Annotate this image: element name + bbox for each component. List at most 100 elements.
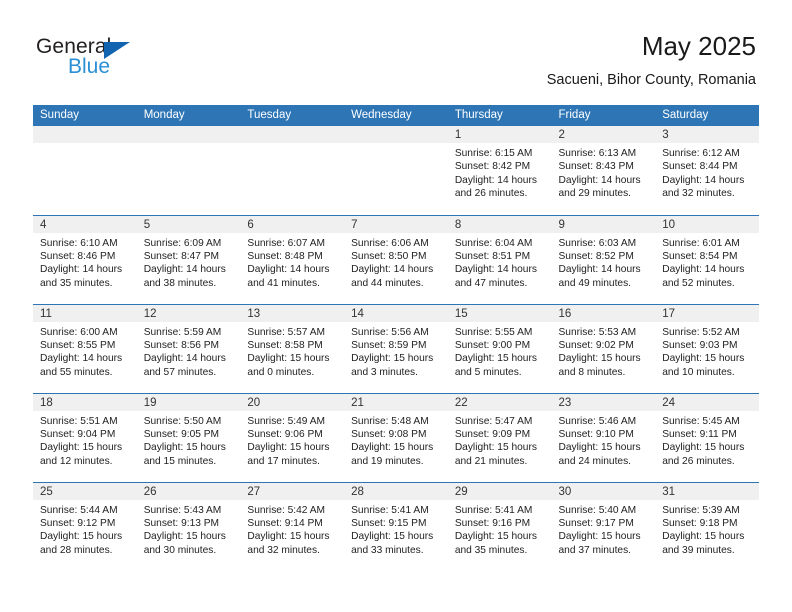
day-cell-inner: 16 Sunrise: 5:53 AM Sunset: 9:02 PM Dayligh… [551,304,656,393]
weekday-header-saturday: Saturday [655,105,759,126]
daylight-2-text: and 0 minutes. [247,366,315,378]
day-number: 4 [33,215,137,233]
sunset-text: Sunset: 8:47 PM [143,250,220,262]
daylight-2-text: and 17 minutes. [247,455,320,467]
calendar-day-cell[interactable]: 25 Sunrise: 5:44 AM Sunset: 9:12 PM Dayligh… [33,481,137,571]
calendar-day-cell[interactable]: 31 Sunrise: 5:39 AM Sunset: 9:18 PM Dayligh… [655,481,759,572]
day-details: Sunrise: 5:59 AM Sunset: 8:56 PM Daylight:… [137,322,241,380]
calendar-day-cell[interactable]: 22 Sunrise: 5:47 AM Sunset: 9:09 PM Dayligh… [447,392,552,482]
weekday-header-friday: Friday [551,105,656,126]
daylight-2-text: and 28 minutes. [40,544,113,556]
sunrise-text: Sunrise: 5:59 AM [143,326,222,338]
day-cell-inner: 27 Sunrise: 5:42 AM Sunset: 9:14 PM Dayligh… [240,482,345,572]
day-details: Sunrise: 5:43 AM Sunset: 9:13 PM Daylight:… [137,500,241,558]
calendar-day-cell[interactable]: 30 Sunrise: 5:40 AM Sunset: 9:17 PM Dayligh… [551,481,656,571]
calendar-day-cell[interactable]: 21 Sunrise: 5:48 AM Sunset: 9:08 PM Dayligh… [344,392,448,482]
page-header: General Blue May 2025 Sacueni, Bihor Cou… [0,0,792,100]
day-number: 1 [447,126,552,143]
calendar-day-cell[interactable]: 18 Sunrise: 5:51 AM Sunset: 9:04 PM Dayligh… [33,392,137,482]
calendar-header-row: Sunday Monday Tuesday Wednesday Thursday Frid… [33,105,759,126]
sunset-text: Sunset: 9:14 PM [247,517,323,529]
weekday-header-monday: Monday [136,105,241,126]
calendar-table: Sunday Monday Tuesday Wednesday Thursday Frid… [33,105,759,571]
day-details: Sunrise: 5:42 AM Sunset: 9:14 PM Daylight:… [240,500,344,558]
day-cell-inner: 31 Sunrise: 5:39 AM Sunset: 9:18 PM Dayligh… [655,482,759,572]
calendar-day-cell[interactable]: 28 Sunrise: 5:41 AM Sunset: 9:15 PM Dayligh… [344,481,448,571]
calendar-day-cell[interactable]: 17 Sunrise: 5:52 AM Sunset: 9:03 PM Dayligh… [655,303,759,393]
calendar-day-cell[interactable]: 5 Sunrise: 6:09 AM Sunset: 8:47 PM Daylight… [136,214,241,304]
daylight-2-text: and 39 minutes. [662,544,735,556]
sunset-text: Sunset: 8:43 PM [558,161,634,173]
day-cell-inner: 6 Sunrise: 6:07 AM Sunset: 8:48 PM Daylight… [240,215,345,304]
day-details: Sunrise: 5:56 AM Sunset: 8:59 PM Daylight:… [344,322,448,380]
calendar-day-cell[interactable]: 24 Sunrise: 5:45 AM Sunset: 9:11 PM Dayligh… [655,392,759,482]
calendar-day-cell[interactable]: 10 Sunrise: 6:01 AM Sunset: 8:54 PM Dayligh… [655,214,759,304]
day-cell-inner: 21 Sunrise: 5:48 AM Sunset: 9:08 PM Dayligh… [344,393,448,482]
daylight-1-text: Daylight: 15 hours [247,531,330,543]
day-number: 13 [240,304,345,322]
calendar-day-cell[interactable]: 13 Sunrise: 5:57 AM Sunset: 8:58 PM Dayligh… [240,303,345,393]
daylight-2-text: and 32 minutes. [247,544,320,556]
daylight-1-text: Daylight: 15 hours [143,442,226,454]
daylight-2-text: and 38 minutes. [143,277,217,289]
daylight-1-text: Daylight: 14 hours [558,174,641,186]
day-details: Sunrise: 6:03 AM Sunset: 8:52 PM Daylight:… [552,233,656,291]
calendar-day-cell[interactable]: 26 Sunrise: 5:43 AM Sunset: 9:13 PM Dayligh… [136,481,241,571]
day-number: 21 [344,393,448,411]
day-number: 18 [33,393,137,411]
day-cell-inner: 12 Sunrise: 5:59 AM Sunset: 8:56 PM Dayligh… [136,304,241,393]
day-cell-inner: 20 Sunrise: 5:49 AM Sunset: 9:06 PM Dayligh… [240,393,345,482]
sunrise-text: Sunrise: 5:49 AM [247,415,325,427]
day-number: 14 [344,304,448,322]
sunrise-text: Sunrise: 5:44 AM [40,504,118,516]
calendar-day-cell[interactable]: 2 Sunrise: 6:13 AM Sunset: 8:43 PM Daylight… [551,126,656,215]
day-cell-inner [33,126,137,215]
calendar-day-cell[interactable]: 16 Sunrise: 5:53 AM Sunset: 9:02 PM Dayligh… [551,303,656,393]
calendar-day-cell[interactable]: 12 Sunrise: 5:59 AM Sunset: 8:56 PM Dayligh… [136,303,241,393]
calendar-day-cell[interactable]: 23 Sunrise: 5:46 AM Sunset: 9:10 PM Dayligh… [551,392,656,482]
calendar-day-cell[interactable]: 14 Sunrise: 5:56 AM Sunset: 8:59 PM Dayligh… [344,303,448,393]
day-number [344,126,448,143]
sunrise-text: Sunrise: 6:15 AM [454,148,533,159]
day-cell-inner: 2 Sunrise: 6:13 AM Sunset: 8:43 PM Daylight… [551,126,656,215]
calendar-day-cell[interactable]: 8 Sunrise: 6:04 AM Sunset: 8:51 PM Daylight… [447,214,552,304]
calendar-day-cell-empty [240,126,345,215]
day-cell-inner: 1 Sunrise: 6:15 AM Sunset: 8:42 PM Daylight… [447,126,552,215]
calendar-day-cell[interactable]: 20 Sunrise: 5:49 AM Sunset: 9:06 PM Dayligh… [240,392,345,482]
calendar-day-cell[interactable]: 11 Sunrise: 6:00 AM Sunset: 8:55 PM Dayligh… [33,303,137,393]
calendar-day-cell[interactable]: 9 Sunrise: 6:03 AM Sunset: 8:52 PM Daylight… [551,214,656,304]
calendar-day-cell[interactable]: 15 Sunrise: 5:55 AM Sunset: 9:00 PM Dayligh… [447,303,552,393]
day-number: 15 [447,304,552,322]
day-number: 30 [551,482,656,500]
day-details: Sunrise: 6:13 AM Sunset: 8:43 PM Daylight:… [552,143,656,201]
sunrise-text: Sunrise: 5:55 AM [454,326,533,338]
sunset-text: Sunset: 8:50 PM [351,250,427,262]
day-cell-inner [240,126,345,215]
daylight-1-text: Daylight: 15 hours [558,442,641,454]
daylight-2-text: and 47 minutes. [454,277,528,289]
daylight-1-text: Daylight: 14 hours [454,174,537,186]
sunset-text: Sunset: 9:13 PM [143,517,220,529]
calendar-day-cell[interactable]: 1 Sunrise: 6:15 AM Sunset: 8:42 PM Daylight… [447,126,552,215]
sunrise-text: Sunrise: 6:12 AM [662,148,740,159]
calendar-day-cell[interactable]: 19 Sunrise: 5:50 AM Sunset: 9:05 PM Dayligh… [136,392,241,482]
daylight-1-text: Daylight: 15 hours [143,531,226,543]
calendar-day-cell[interactable]: 3 Sunrise: 6:12 AM Sunset: 8:44 PM Daylight… [655,126,759,215]
sunrise-text: Sunrise: 6:13 AM [558,148,637,159]
sunset-text: Sunset: 8:59 PM [351,339,427,351]
calendar-day-cell[interactable]: 29 Sunrise: 5:41 AM Sunset: 9:16 PM Dayligh… [447,481,552,571]
calendar-week-row: 11 Sunrise: 6:00 AM Sunset: 8:55 PM Dayligh… [33,303,759,393]
calendar-day-cell[interactable]: 4 Sunrise: 6:10 AM Sunset: 8:46 PM Daylight… [33,214,137,304]
day-cell-inner: 11 Sunrise: 6:00 AM Sunset: 8:55 PM Dayligh… [33,304,137,393]
calendar-day-cell[interactable]: 6 Sunrise: 6:07 AM Sunset: 8:48 PM Daylight… [240,214,345,304]
day-details: Sunrise: 5:50 AM Sunset: 9:05 PM Daylight:… [137,411,241,469]
calendar-day-cell[interactable]: 7 Sunrise: 6:06 AM Sunset: 8:50 PM Daylight… [344,214,448,304]
page-title: May 2025 [641,31,756,61]
day-details: Sunrise: 6:06 AM Sunset: 8:50 PM Daylight:… [344,233,448,291]
day-cell-inner: 7 Sunrise: 6:06 AM Sunset: 8:50 PM Daylight… [344,215,448,304]
day-number: 28 [344,482,448,500]
daylight-1-text: Daylight: 15 hours [40,531,123,543]
daylight-2-text: and 10 minutes. [662,366,735,378]
calendar-day-cell[interactable]: 27 Sunrise: 5:42 AM Sunset: 9:14 PM Dayligh… [240,481,345,572]
daylight-1-text: Daylight: 15 hours [454,353,537,365]
